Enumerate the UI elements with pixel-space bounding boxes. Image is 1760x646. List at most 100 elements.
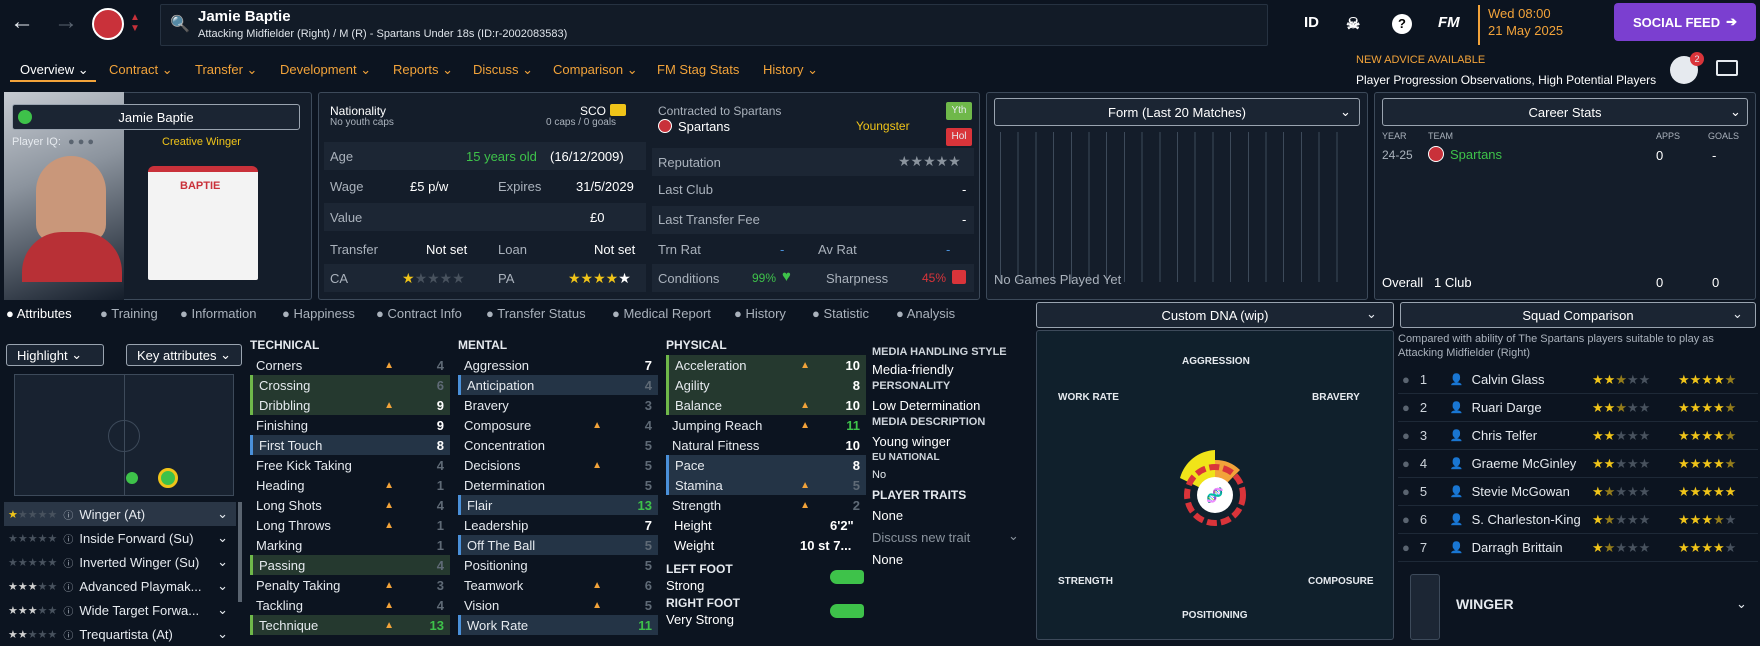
- role-row[interactable]: ★★★★★ ⓘ Wide Target Forwa... ⌄: [4, 598, 236, 622]
- attribute-row[interactable]: Balance ▲ 10: [666, 395, 866, 415]
- tab-statistic[interactable]: ● Statistic: [812, 306, 869, 321]
- attribute-row[interactable]: Natural Fitness 10: [666, 435, 866, 455]
- advice-title[interactable]: NEW ADVICE AVAILABLE: [1356, 54, 1485, 66]
- menu-reports[interactable]: Reports ⌄: [393, 62, 453, 78]
- tab-history[interactable]: ● History: [734, 306, 786, 321]
- squad-player-name[interactable]: S. Charleston-King: [1472, 512, 1581, 527]
- tab-contract-info[interactable]: ● Contract Info: [376, 306, 462, 321]
- info-icon[interactable]: ⓘ: [63, 603, 73, 618]
- menu-fm-stag-stats[interactable]: FM Stag Stats: [657, 62, 739, 77]
- chevron-down-icon[interactable]: ⌄: [1008, 528, 1019, 544]
- attribute-row[interactable]: Corners ▲ 4: [250, 355, 450, 375]
- social-feed-button[interactable]: SOCIAL FEED ➔: [1614, 3, 1756, 41]
- attribute-row[interactable]: Teamwork ▲ 6: [458, 575, 658, 595]
- attribute-row[interactable]: Strength ▲ 2: [666, 495, 866, 515]
- menu-transfer[interactable]: Transfer ⌄: [195, 62, 257, 78]
- search-icon[interactable]: 🔍: [170, 14, 190, 34]
- key-attributes-dropdown[interactable]: Key attributes ⌄: [126, 344, 242, 366]
- profile-name-pill[interactable]: Jamie Baptie: [12, 104, 300, 130]
- attribute-row[interactable]: Long Shots ▲ 4: [250, 495, 450, 515]
- roles-scrollbar[interactable]: [238, 502, 242, 602]
- tab-information[interactable]: ● Information: [180, 306, 257, 321]
- chevron-down-icon[interactable]: ⌄: [217, 506, 228, 522]
- squad-row[interactable]: ● 4 👤 Graeme McGinley ★★★★★ ★★★★★: [1398, 450, 1758, 478]
- squad-player-name[interactable]: Ruari Darge: [1472, 400, 1542, 415]
- monitor-icon[interactable]: [1716, 60, 1738, 76]
- attribute-row[interactable]: Aggression 7: [458, 355, 658, 375]
- role-row[interactable]: ★★★★★ ⓘ Inverted Winger (Su) ⌄: [4, 550, 236, 574]
- menu-contract[interactable]: Contract ⌄: [109, 62, 173, 78]
- club-crest-icon[interactable]: [92, 8, 124, 40]
- attribute-row[interactable]: Concentration 5: [458, 435, 658, 455]
- tab-medical-report[interactable]: ● Medical Report: [612, 306, 711, 321]
- attribute-row[interactable]: Composure ▲ 4: [458, 415, 658, 435]
- tab-analysis[interactable]: ● Analysis: [896, 306, 955, 321]
- info-icon[interactable]: ⓘ: [63, 579, 73, 594]
- skull-icon[interactable]: ☠: [1346, 14, 1360, 34]
- squad-row[interactable]: ● 7 👤 Darragh Brittain ★★★★★ ★★★★★: [1398, 534, 1758, 562]
- squad-row[interactable]: ● 2 👤 Ruari Darge ★★★★★ ★★★★★: [1398, 394, 1758, 422]
- attribute-row[interactable]: Technique ▲ 13: [250, 615, 450, 635]
- squad-dropdown[interactable]: Squad Comparison: [1400, 302, 1756, 328]
- attribute-row[interactable]: Finishing 9: [250, 415, 450, 435]
- attribute-row[interactable]: First Touch 8: [250, 435, 450, 455]
- attribute-row[interactable]: Long Throws ▲ 1: [250, 515, 450, 535]
- squad-row[interactable]: ● 3 👤 Chris Telfer ★★★★★ ★★★★★: [1398, 422, 1758, 450]
- menu-history[interactable]: History ⌄: [763, 62, 818, 78]
- attribute-row[interactable]: Free Kick Taking 4: [250, 455, 450, 475]
- squad-player-name[interactable]: Chris Telfer: [1472, 428, 1538, 443]
- advice-text[interactable]: Player Progression Observations, High Po…: [1356, 73, 1656, 87]
- squad-row[interactable]: ● 5 👤 Stevie McGowan ★★★★★ ★★★★★: [1398, 478, 1758, 506]
- date-box[interactable]: Wed 08:00 21 May 2025: [1478, 5, 1608, 45]
- squad-player-name[interactable]: Darragh Brittain: [1472, 540, 1563, 555]
- chevron-down-icon[interactable]: ⌄: [217, 602, 228, 618]
- attribute-row[interactable]: Anticipation 4: [458, 375, 658, 395]
- forward-icon[interactable]: →: [54, 8, 78, 36]
- attribute-row[interactable]: Stamina ▲ 5: [666, 475, 866, 495]
- attribute-row[interactable]: Acceleration ▲ 10: [666, 355, 866, 375]
- attribute-row[interactable]: Pace 8: [666, 455, 866, 475]
- role-row[interactable]: ★★★★★ ⓘ Advanced Playmak... ⌄: [4, 574, 236, 598]
- squad-player-name[interactable]: Calvin Glass: [1472, 372, 1545, 387]
- discuss-trait-link[interactable]: Discuss new trait: [872, 530, 970, 545]
- attribute-row[interactable]: Jumping Reach ▲ 11: [666, 415, 866, 435]
- info-icon[interactable]: ⓘ: [63, 555, 73, 570]
- menu-comparison[interactable]: Comparison ⌄: [553, 62, 638, 78]
- attribute-row[interactable]: Dribbling ▲ 9: [250, 395, 450, 415]
- chevron-down-icon[interactable]: ⌄: [217, 530, 228, 546]
- back-icon[interactable]: ←: [10, 8, 34, 36]
- info-icon[interactable]: ⓘ: [63, 531, 73, 546]
- role-row[interactable]: ★★★★★ ⓘ Trequartista (At) ⌄: [4, 622, 236, 646]
- sort-arrows-icon[interactable]: ▲ ▼: [130, 12, 140, 34]
- squad-row[interactable]: ● 1 👤 Calvin Glass ★★★★★ ★★★★★: [1398, 366, 1758, 394]
- chevron-down-icon[interactable]: ⌄: [217, 554, 228, 570]
- attribute-row[interactable]: Marking 1: [250, 535, 450, 555]
- attribute-row[interactable]: Tackling ▲ 4: [250, 595, 450, 615]
- transfer-value[interactable]: Not set: [426, 242, 467, 257]
- role-row[interactable]: ★★★★★ ⓘ Winger (At) ⌄: [4, 502, 236, 526]
- attribute-row[interactable]: Penalty Taking ▲ 3: [250, 575, 450, 595]
- squad-player-name[interactable]: Graeme McGinley: [1472, 456, 1577, 471]
- chevron-down-icon[interactable]: ⌄: [217, 626, 228, 642]
- info-icon[interactable]: ⓘ: [63, 627, 73, 642]
- menu-development[interactable]: Development ⌄: [280, 62, 371, 78]
- tab-attributes[interactable]: ● Attributes: [6, 306, 72, 321]
- attribute-row[interactable]: Crossing 6: [250, 375, 450, 395]
- attribute-row[interactable]: Vision ▲ 5: [458, 595, 658, 615]
- dna-dropdown[interactable]: Custom DNA (wip): [1036, 302, 1394, 328]
- chevron-down-icon[interactable]: ⌄: [217, 578, 228, 594]
- attribute-row[interactable]: Passing 4: [250, 555, 450, 575]
- attribute-row[interactable]: Flair 13: [458, 495, 658, 515]
- attribute-row[interactable]: Heading ▲ 1: [250, 475, 450, 495]
- club-name[interactable]: Spartans: [678, 119, 730, 134]
- squad-player-name[interactable]: Stevie McGowan: [1472, 484, 1570, 499]
- help-icon[interactable]: ?: [1392, 14, 1412, 34]
- attribute-row[interactable]: Bravery 3: [458, 395, 658, 415]
- tab-transfer-status[interactable]: ● Transfer Status: [486, 306, 586, 321]
- chevron-down-icon[interactable]: ⌄: [1736, 596, 1747, 612]
- tab-happiness[interactable]: ● Happiness: [282, 306, 355, 321]
- menu-overview[interactable]: Overview ⌄: [20, 62, 89, 78]
- attribute-row[interactable]: Off The Ball 5: [458, 535, 658, 555]
- info-icon[interactable]: ⓘ: [63, 507, 73, 522]
- squad-row[interactable]: ● 6 👤 S. Charleston-King ★★★★★ ★★★★★: [1398, 506, 1758, 534]
